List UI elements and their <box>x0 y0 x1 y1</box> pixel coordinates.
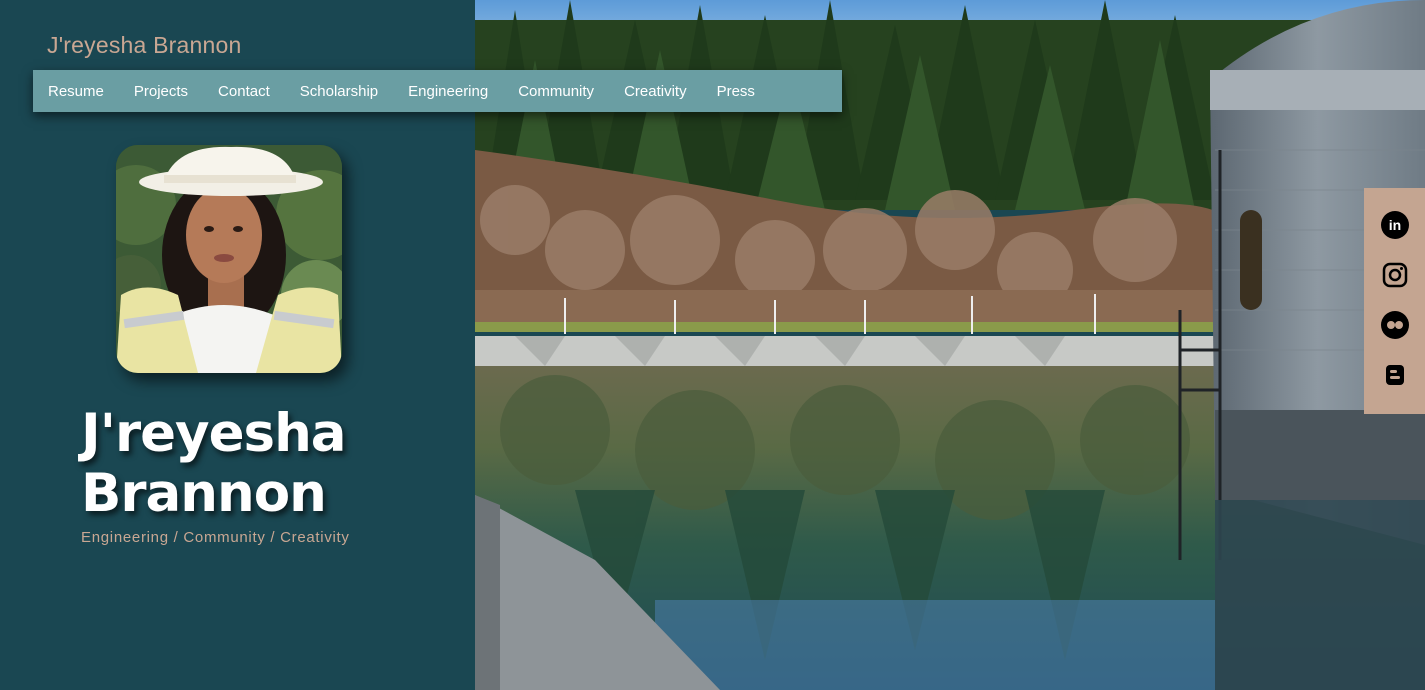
main-nav: Resume Projects Contact Scholarship Engi… <box>33 70 842 112</box>
linkedin-icon[interactable]: in <box>1380 210 1410 240</box>
blogger-icon[interactable] <box>1380 360 1410 390</box>
profile-photo <box>116 145 342 373</box>
nav-item-contact[interactable]: Contact <box>218 83 270 100</box>
flickr-icon[interactable] <box>1380 310 1410 340</box>
nav-item-resume[interactable]: Resume <box>48 83 104 100</box>
hero-tagline: Engineering / Community / Creativity <box>81 529 350 546</box>
instagram-icon[interactable] <box>1380 260 1410 290</box>
nav-item-scholarship[interactable]: Scholarship <box>300 83 378 100</box>
nav-item-community[interactable]: Community <box>518 83 594 100</box>
nav-item-engineering[interactable]: Engineering <box>408 83 488 100</box>
site-title[interactable]: J'reyesha Brannon <box>47 32 241 59</box>
svg-text:in: in <box>1388 217 1400 233</box>
nav-item-projects[interactable]: Projects <box>134 83 188 100</box>
hero-name-line-1: J'reyesha <box>81 403 347 464</box>
nav-item-press[interactable]: Press <box>717 83 755 100</box>
nav-item-creativity[interactable]: Creativity <box>624 83 687 100</box>
hero-name-line-2: Brannon <box>81 463 327 524</box>
social-bar: in <box>1364 188 1425 414</box>
hero-name: J'reyesha Brannon <box>81 403 347 524</box>
